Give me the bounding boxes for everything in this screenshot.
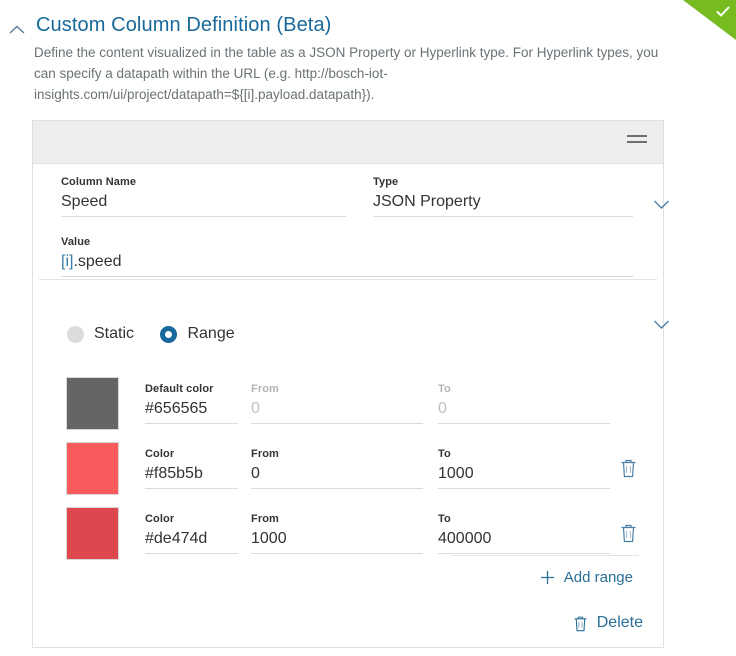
radio-mark-static[interactable] [67,326,84,343]
page-description: Define the content visualized in the tab… [34,42,674,105]
field-row-value: Value [i].speed [33,224,663,284]
range-to-label: To [438,383,610,398]
range-to-underline [438,553,610,554]
column-name-underline [61,216,346,217]
range-from-field[interactable]: From 1000 [251,513,423,554]
column-name-field[interactable]: Column Name Speed [61,176,346,217]
radio-label-range: Range [187,325,234,343]
column-name-label: Column Name [61,176,346,191]
range-to-value: 0 [438,398,610,420]
range-to-value[interactable]: 400000 [438,528,610,550]
type-underline [373,216,633,217]
type-label: Type [373,176,633,191]
color-swatch[interactable] [66,507,119,560]
range-to-field[interactable]: To 1000 [438,448,610,489]
field-row-name-type: Column Name Speed Type JSON Property [33,164,663,224]
trash-icon[interactable] [620,523,637,543]
color-hex-field[interactable]: Color #f85b5b [145,448,238,489]
value-token-path: .speed [73,253,121,270]
color-hex-label: Color [145,513,238,528]
range-to-field[interactable]: To 400000 [438,513,610,554]
value-token-index: [i] [61,253,73,270]
color-range-row: Color #de474d From 1000 To 400000 [33,501,665,566]
value-label: Value [61,236,633,251]
page-title: Custom Column Definition (Beta) [36,14,331,37]
drag-handle-icon[interactable] [627,135,647,147]
type-value[interactable]: JSON Property [373,191,633,213]
color-hex-underline [145,423,238,424]
value-value[interactable]: [i].speed [61,251,633,273]
range-from-field[interactable]: From 0 [251,448,423,489]
range-from-label: From [251,383,423,398]
range-to-value[interactable]: 1000 [438,463,610,485]
chevron-up-icon[interactable] [8,24,26,36]
plus-icon [540,570,555,585]
range-from-value[interactable]: 1000 [251,528,423,550]
type-field[interactable]: Type JSON Property [373,176,633,217]
color-range-rows: Default color #656565 From 0 To 0 Color … [33,371,665,566]
color-swatch[interactable] [66,377,119,430]
trash-icon[interactable] [620,458,637,478]
color-range-row: Color #f85b5b From 0 To 1000 [33,436,665,501]
color-hex-label: Color [145,448,238,463]
color-hex-underline [145,488,238,489]
custom-column-definition-card: Column Name Speed Type JSON Property Val… [32,120,664,648]
section-divider [39,279,657,280]
range-to-label: To [438,448,610,463]
chevron-down-icon[interactable] [653,199,670,210]
column-name-value[interactable]: Speed [61,191,346,213]
color-hex-field[interactable]: Color #de474d [145,513,238,554]
range-to-underline [438,423,610,424]
mode-radio-group: Static Range [67,325,257,349]
card-drag-header[interactable] [33,121,663,164]
trash-icon [573,615,588,632]
color-swatch[interactable] [66,442,119,495]
color-hex-field[interactable]: Default color #656565 [145,383,238,424]
color-hex-value[interactable]: #f85b5b [145,463,238,485]
radio-mark-range[interactable] [160,326,177,343]
range-to-label: To [438,513,610,528]
range-from-label: From [251,513,423,528]
value-underline [61,276,633,277]
range-from-value: 0 [251,398,423,420]
radio-label-static: Static [94,325,134,343]
range-from-underline [251,423,423,424]
footer-divider [453,555,639,556]
range-to-underline [438,488,610,489]
color-hex-label: Default color [145,383,238,398]
color-range-row: Default color #656565 From 0 To 0 [33,371,665,436]
range-from-underline [251,488,423,489]
check-icon [716,5,730,19]
range-from-value[interactable]: 0 [251,463,423,485]
range-from-underline [251,553,423,554]
delete-button[interactable]: Delete [573,614,643,632]
value-field[interactable]: Value [i].speed [61,236,633,277]
chevron-down-icon[interactable] [653,319,670,330]
range-from-label: From [251,448,423,463]
color-hex-value[interactable]: #656565 [145,398,238,420]
add-range-label: Add range [564,569,633,586]
color-hex-value[interactable]: #de474d [145,528,238,550]
range-to-field: To 0 [438,383,610,424]
range-from-field: From 0 [251,383,423,424]
add-range-button[interactable]: Add range [540,569,633,586]
radio-option-range[interactable]: Range [160,325,234,343]
delete-label: Delete [597,614,643,632]
radio-option-static[interactable]: Static [67,325,134,343]
color-hex-underline [145,553,238,554]
